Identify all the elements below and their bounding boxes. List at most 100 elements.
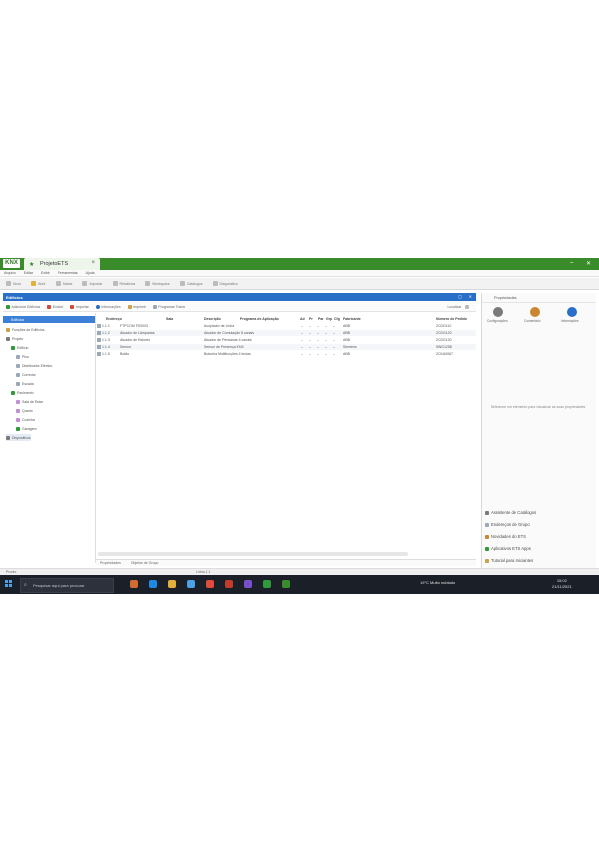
close-panel-icon[interactable]: ✕ <box>469 294 472 299</box>
quick-link[interactable]: Aplicativos ETS Apps <box>485 546 531 551</box>
menu-item-help[interactable]: Ajuda <box>86 271 95 275</box>
cell-order-number: 2CDG130 <box>436 338 452 342</box>
quick-link[interactable]: Assistente de Catálogos <box>485 510 536 515</box>
search-field[interactable]: Localizar <box>447 304 470 309</box>
program-all-button[interactable]: Programar Todos <box>152 304 185 309</box>
table-row[interactable]: 1.1.2 Atuador de Lâmpadas Atuador de Comut… <box>96 330 476 336</box>
cell-order-number: 2CKA0067 <box>436 352 453 356</box>
col-order-number[interactable]: Número de Pedido <box>436 317 467 321</box>
reports-button[interactable]: Relatórios <box>112 281 135 286</box>
horizontal-scrollbar[interactable] <box>98 552 408 556</box>
panel-toolbar: Adicionar Edifícios Excluir Importar Inf… <box>3 302 476 312</box>
tree-item[interactable]: Cozinha <box>16 416 35 423</box>
tree-item-label: Quarto <box>22 408 33 413</box>
quick-link[interactable]: Novidades do ETS <box>485 534 526 539</box>
cell-room: Atuador de Lâmpadas <box>120 331 155 335</box>
edge-icon[interactable] <box>149 580 157 588</box>
close-tab-icon[interactable]: × <box>91 260 95 266</box>
workspace-button[interactable]: Workspace <box>145 281 170 286</box>
table-row[interactable]: 1.1.5 Botão Botoeira Multifunções 4 teclas… <box>96 351 476 357</box>
quick-link-label: Novidades do ETS <box>491 534 526 539</box>
open-button[interactable]: Abrir <box>31 281 46 286</box>
table-row[interactable]: 1.1.4 Sensor Sensor de Presença KNX Siemens… <box>96 344 476 350</box>
print-button[interactable]: Imprimir <box>127 304 146 309</box>
project-tab[interactable]: ★ ProjetoETS × <box>24 258 100 270</box>
status-dash: – <box>301 324 303 328</box>
new-icon <box>6 281 11 286</box>
tree-item[interactable]: Piso <box>16 353 29 360</box>
tree-item[interactable]: Funções de Edifícios <box>6 326 45 333</box>
col-address[interactable]: Endereço <box>106 317 122 321</box>
windows-start-icon[interactable] <box>5 580 12 587</box>
delete-button[interactable]: Excluir <box>47 304 63 309</box>
col-cfg[interactable]: Cfg <box>334 317 340 321</box>
quick-link[interactable]: Tutorial para Iniciantes <box>485 558 533 563</box>
quick-link[interactable]: Endereços de Grupo <box>485 522 530 527</box>
workspace-icon <box>145 281 151 286</box>
col-grp[interactable]: Grp <box>326 317 332 321</box>
teams-icon[interactable] <box>263 580 271 588</box>
tree-item[interactable]: Edifício <box>11 344 28 351</box>
taskbar-search[interactable]: ⌕ Pesquisar aqui para procurar <box>20 578 114 593</box>
tree-item[interactable]: Pavimento <box>11 389 34 396</box>
tree-item[interactable]: Escada <box>16 380 34 387</box>
col-application[interactable]: Programa de Aplicação <box>240 317 279 321</box>
status-dash: – <box>309 352 311 356</box>
weather-label[interactable]: 19°C Muito nublado <box>420 580 455 585</box>
download-icon <box>70 304 75 309</box>
catalogs-button[interactable]: Catálogos <box>179 281 203 286</box>
properties-header: Propriedades <box>482 293 596 303</box>
col-pr[interactable]: Pr <box>309 317 313 321</box>
menu-item-file[interactable]: Arquivo <box>4 271 16 275</box>
table-row[interactable]: 1.1.1 FTPCOM FS0003 Acoplador de Linha ABB 2… <box>96 323 476 329</box>
table-row[interactable]: 1.1.3 Atuador de Estores Atuador de Persia… <box>96 337 476 343</box>
tree-item[interactable]: Projeto <box>6 335 23 342</box>
minimize-button[interactable]: – <box>570 260 573 266</box>
col-manufacturer[interactable]: Fabricante <box>343 317 361 321</box>
tree-item[interactable]: Garagem <box>16 425 37 432</box>
tree-item[interactable]: Corredor <box>16 371 36 378</box>
tree-item[interactable]: Dispositivos <box>6 434 31 441</box>
import-button[interactable]: Importar <box>82 281 103 286</box>
maximize-panel-icon[interactable]: ▢ <box>458 294 462 299</box>
col-room[interactable]: Sala <box>166 317 173 321</box>
col-par[interactable]: Par <box>318 317 324 321</box>
tree-header[interactable]: Edifícios <box>3 316 95 323</box>
status-dash: – <box>317 352 319 356</box>
outlook-icon[interactable] <box>206 580 214 588</box>
quick-link-label: Aplicativos ETS Apps <box>491 546 531 551</box>
ets-icon[interactable] <box>282 580 290 588</box>
menu-item-view[interactable]: Exibir <box>41 271 50 275</box>
diagnostics-button[interactable]: Diagnóstico <box>212 281 238 286</box>
tree-item[interactable]: Quarto <box>16 407 33 414</box>
tab-properties[interactable]: Propriedades <box>100 561 121 565</box>
col-description[interactable]: Descrição <box>204 317 221 321</box>
office-icon[interactable] <box>225 580 233 588</box>
diagnostics-icon <box>212 281 218 286</box>
add-buildings-button[interactable]: Adicionar Edifícios <box>6 304 40 309</box>
new-button[interactable]: Novo <box>6 281 21 286</box>
close-window-button[interactable]: ✕ <box>586 260 591 267</box>
tree-item[interactable]: Sala de Estar <box>16 398 43 405</box>
mail-icon[interactable] <box>187 580 195 588</box>
info-button[interactable]: Informações <box>95 304 121 309</box>
game-icon[interactable] <box>130 580 138 588</box>
comment-icon[interactable] <box>530 307 540 317</box>
cell-application: Atuador de Comutação 8 canais <box>204 331 255 335</box>
file-explorer-icon[interactable] <box>168 580 176 588</box>
info-icon[interactable] <box>567 307 577 317</box>
col-ad[interactable]: Ad <box>300 317 305 321</box>
save-button[interactable]: Salvar <box>55 281 72 286</box>
youtube-icon[interactable] <box>244 580 252 588</box>
import-panel-button[interactable]: Importar <box>70 304 89 309</box>
tree-item[interactable]: Distribuidor Elétrico <box>16 362 52 369</box>
tree-item-label: Garagem <box>22 426 37 431</box>
clock[interactable]: 15:02 21/11/2021 <box>552 578 572 590</box>
tree-item-label: Sala de Estar <box>22 399 44 404</box>
menu-item-tools[interactable]: Ferramentas <box>58 271 78 275</box>
tree-item-label: Projeto <box>12 336 24 341</box>
tab-group-objects[interactable]: Objetos de Grupo <box>131 561 159 565</box>
menu-item-edit[interactable]: Editar <box>24 271 33 275</box>
tree-node-icon <box>6 336 10 341</box>
settings-icon[interactable] <box>493 307 503 317</box>
